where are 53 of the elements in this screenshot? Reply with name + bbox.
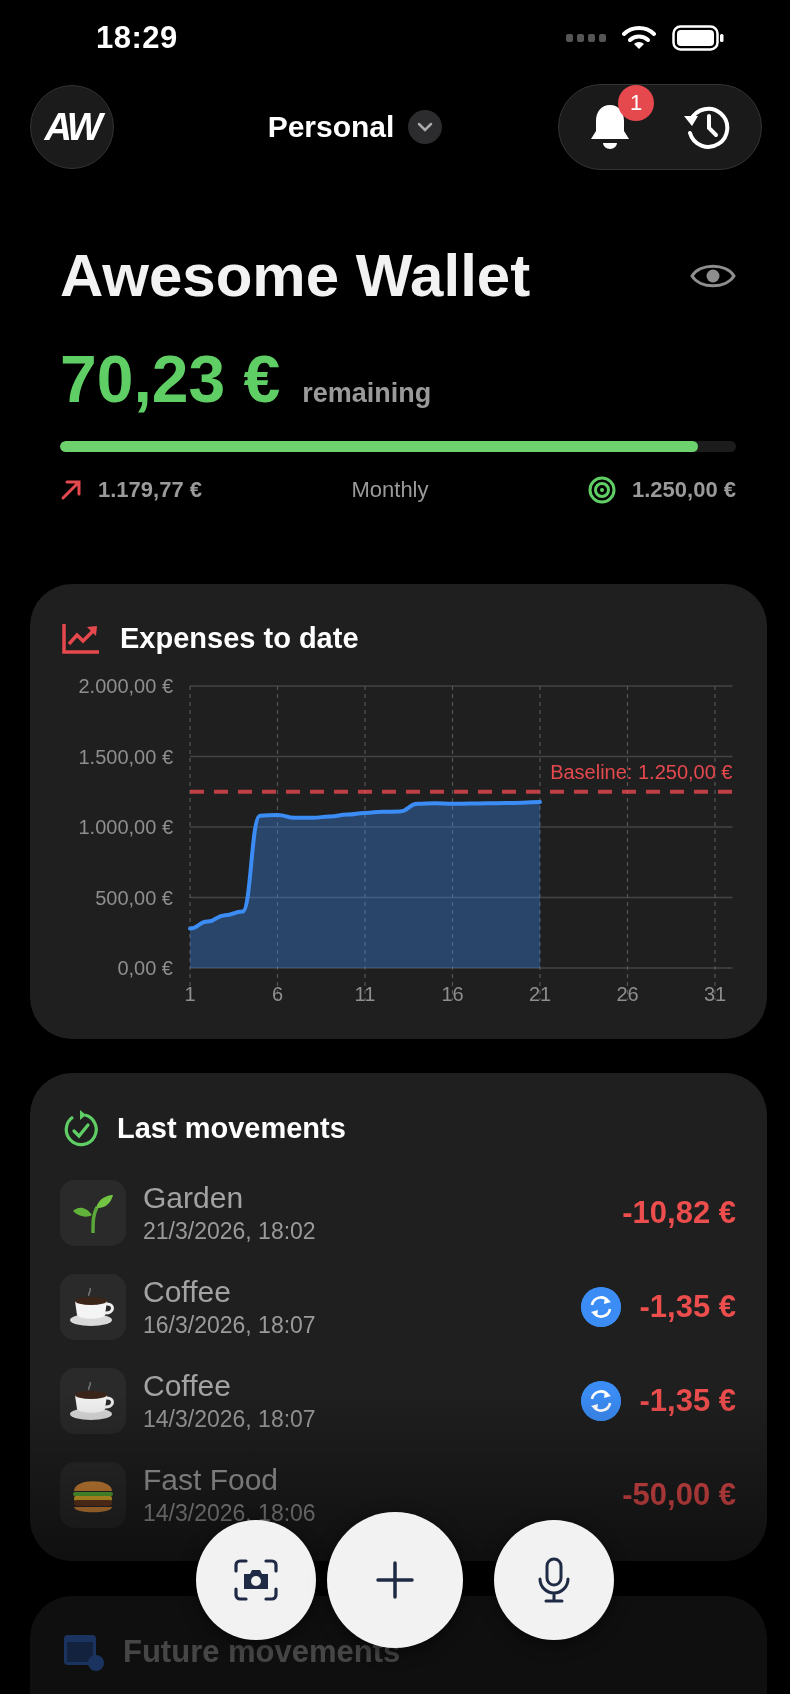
plus-icon: [376, 1561, 414, 1599]
arrow-up-right-icon: [60, 479, 82, 501]
chevron-down-icon[interactable]: [408, 110, 443, 144]
movement-amount: -50,00 €: [622, 1477, 736, 1513]
card-title: Expenses to date: [120, 621, 359, 655]
movement-name: Coffee: [143, 1368, 232, 1404]
coffee-cup-icon: [69, 1287, 117, 1327]
account-selector[interactable]: Personal: [267, 110, 395, 144]
remaining-amount: 70,23 €: [60, 343, 281, 415]
axis-label: 0,00 €: [117, 957, 173, 979]
axis-label: 21: [528, 983, 552, 1005]
chart-trend-icon: [62, 622, 100, 654]
axis-label: 1.500,00 €: [78, 745, 173, 768]
camera-scan-icon: [234, 1559, 278, 1601]
axis-label: 1: [184, 983, 196, 1005]
movement-date: 14/3/2026, 18:07: [143, 1405, 317, 1434]
check-circle-icon: [63, 1109, 99, 1147]
movement-amount: -1,35 €: [639, 1289, 736, 1325]
battery-icon: [672, 24, 724, 51]
axis-label: 31: [703, 983, 727, 1005]
microphone-icon: [537, 1557, 571, 1603]
signal-icon: [566, 33, 606, 42]
axis-label: 26: [616, 983, 639, 1005]
target-icon: [588, 476, 616, 504]
app-logo[interactable]: AW: [30, 85, 114, 169]
target-amount: 1.250,00 €: [632, 477, 736, 503]
axis-label: 6: [271, 983, 284, 1005]
history-icon: [682, 104, 730, 150]
period-label: Monthly: [350, 477, 430, 503]
movement-date: 16/3/2026, 18:07: [143, 1311, 317, 1340]
axis-label: 2.000,00 €: [78, 675, 173, 697]
coffee-cup-icon: [69, 1381, 117, 1421]
notifications-button[interactable]: 1: [584, 85, 654, 159]
wifi-icon: [622, 25, 656, 50]
notification-badge: 1: [618, 85, 654, 121]
status-time: 18:29: [96, 19, 178, 56]
movement-name: Coffee: [143, 1274, 232, 1310]
axis-label: 500,00 €: [95, 886, 173, 909]
calendar-icon: [63, 1632, 105, 1672]
card-title: Last movements: [117, 1111, 346, 1145]
movement-amount: -1,35 €: [639, 1383, 736, 1419]
axis-label: 1.000,00 €: [78, 816, 173, 838]
movement-name: Fast Food: [143, 1462, 280, 1498]
movement-date: 14/3/2026, 18:06: [143, 1499, 317, 1528]
axis-label: 16: [441, 983, 464, 1005]
axis-label: 11: [354, 983, 376, 1005]
movement-amount: -10,82 €: [622, 1195, 736, 1231]
wallet-title: Awesome Wallet: [60, 241, 532, 311]
remaining-label: remaining: [302, 378, 432, 409]
baseline-label: Baseline: 1.250,00 €: [550, 760, 733, 783]
spent-amount: 1.179,77 €: [98, 477, 202, 503]
movement-name: Garden: [143, 1180, 245, 1216]
movement-date: 21/3/2026, 18:02: [143, 1217, 317, 1246]
